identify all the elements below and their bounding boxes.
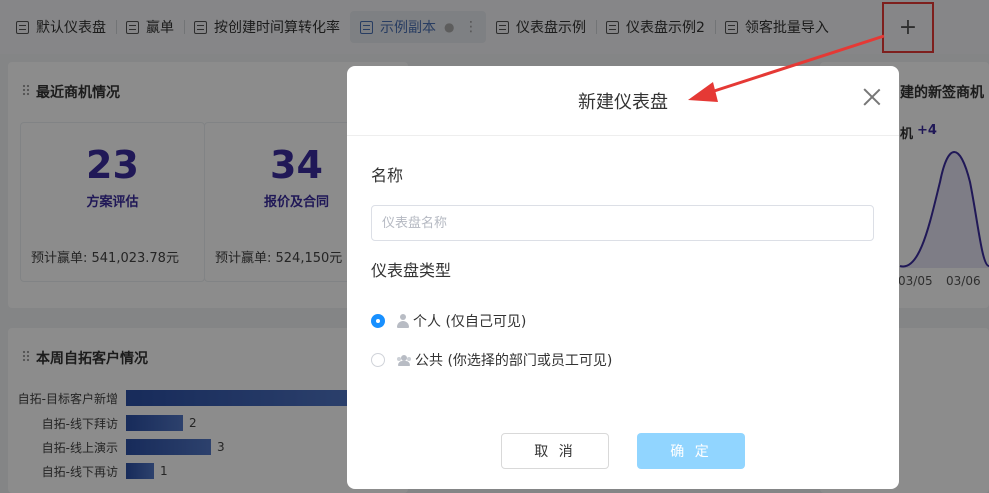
radio-checked[interactable] — [371, 314, 385, 328]
name-label: 名称 — [371, 166, 404, 185]
new-dashboard-dialog: 新建仪表盘 名称 仪表盘类型 个人 (仅自己可见) 公共 (你选择的部门或员工可… — [347, 66, 899, 489]
user-icon — [396, 314, 410, 328]
dashboard-name-input[interactable] — [371, 205, 874, 241]
radio-label: 个人 (仅自己可见) — [413, 314, 527, 330]
radio-label: 公共 (你选择的部门或员工可见) — [415, 353, 613, 369]
radio-option-personal[interactable]: 个人 (仅自己可见) — [371, 311, 526, 331]
cancel-button[interactable]: 取 消 — [501, 433, 609, 469]
type-label: 仪表盘类型 — [371, 261, 452, 280]
group-icon — [396, 353, 412, 367]
radio-unchecked[interactable] — [371, 353, 385, 367]
radio-option-public[interactable]: 公共 (你选择的部门或员工可见) — [371, 350, 612, 370]
confirm-button[interactable]: 确 定 — [637, 433, 745, 469]
dialog-title: 新建仪表盘 — [578, 91, 668, 113]
close-icon[interactable] — [863, 88, 881, 106]
dialog-header: 新建仪表盘 — [347, 66, 899, 136]
